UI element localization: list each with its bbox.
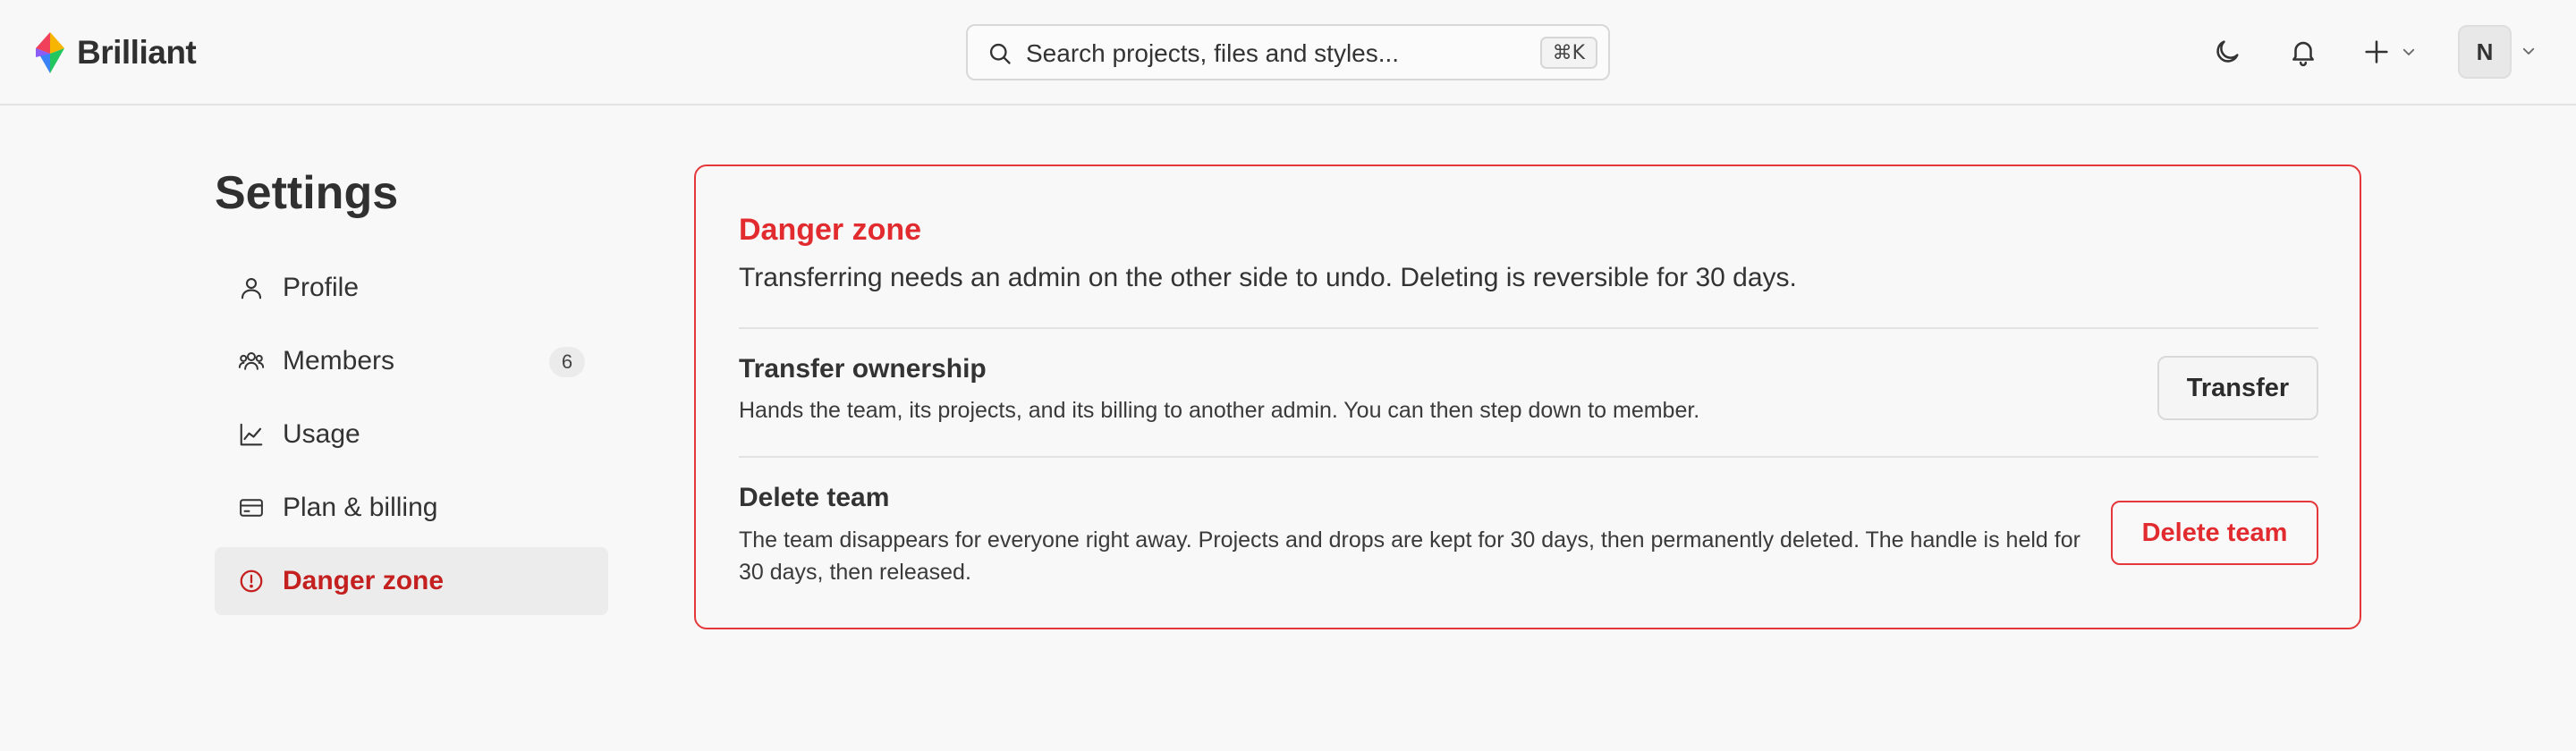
sidebar-item-label: Members <box>283 346 395 376</box>
alert-circle-icon <box>240 570 263 593</box>
brand-logo-icon <box>36 32 64 73</box>
chart-icon <box>240 423 263 446</box>
transfer-button[interactable]: Transfer <box>2157 356 2318 420</box>
sidebar-item-label: Plan & billing <box>283 493 438 522</box>
search-bar[interactable]: Search projects, files and styles... ⌘K <box>966 24 1610 80</box>
sidebar-item-members[interactable]: Members 6 <box>215 327 608 395</box>
top-bar: Brilliant Search projects, files and sty… <box>0 0 2576 105</box>
sidebar-item-label: Danger zone <box>283 566 445 595</box>
page-title: Settings <box>215 167 399 219</box>
sidebar-item-plan-billing[interactable]: Plan & billing <box>215 474 608 542</box>
plus-icon <box>2365 40 2388 63</box>
brand[interactable]: Brilliant <box>34 30 197 75</box>
danger-zone-title: Danger zone <box>739 213 922 247</box>
search-input[interactable]: Search projects, files and styles... <box>1026 39 1399 68</box>
delete-team-button[interactable]: Delete team <box>2111 501 2318 565</box>
sidebar-item-profile[interactable]: Profile <box>215 254 608 322</box>
delete-team-description: The team disappears for everyone right a… <box>739 527 2080 585</box>
members-count-badge: 6 <box>549 347 585 377</box>
avatar[interactable]: N <box>2458 25 2512 79</box>
chevron-down-icon <box>2402 48 2415 55</box>
brand-name: Brilliant <box>77 34 197 71</box>
chevron-down-icon[interactable] <box>2521 43 2537 59</box>
sidebar-item-label: Profile <box>283 273 360 302</box>
sidebar-item-usage[interactable]: Usage <box>215 401 608 468</box>
search-icon <box>989 43 1011 64</box>
divider <box>739 327 2318 329</box>
divider <box>739 456 2318 458</box>
bell-icon <box>2292 41 2314 67</box>
user-icon <box>241 277 262 300</box>
settings-nav: Profile Members 6 Usage Plan & billing D… <box>215 254 608 620</box>
danger-zone-card: Danger zone Transferring needs an admin … <box>694 165 2361 629</box>
transfer-ownership-title: Transfer ownership <box>739 354 987 384</box>
create-new-button[interactable] <box>2361 32 2424 72</box>
notifications-button[interactable] <box>2284 32 2323 72</box>
transfer-ownership-description: Hands the team, its projects, and its bi… <box>739 398 1700 423</box>
search-shortcut-badge: ⌘K <box>1539 37 1597 69</box>
credit-card-icon <box>240 499 263 517</box>
sidebar-item-danger-zone[interactable]: Danger zone <box>215 547 608 615</box>
theme-toggle-button[interactable] <box>2207 32 2247 72</box>
moon-icon <box>2216 40 2239 63</box>
delete-team-title: Delete team <box>739 483 890 512</box>
danger-zone-description: Transferring needs an admin on the other… <box>739 263 1797 292</box>
sidebar-item-label: Usage <box>283 419 360 449</box>
users-icon <box>238 352 265 370</box>
